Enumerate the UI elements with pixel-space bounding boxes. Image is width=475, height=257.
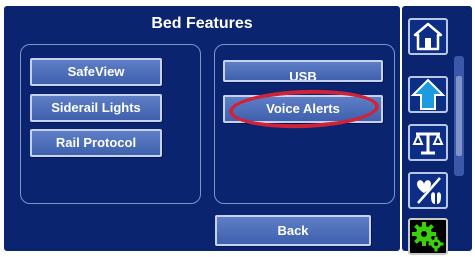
page-title: Bed Features (151, 15, 253, 32)
sidebar-item-scale[interactable] (408, 124, 448, 161)
heart-lungs-icon (417, 177, 441, 204)
rail-protocol-button[interactable]: Rail Protocol (30, 129, 162, 157)
sidebar-item-up[interactable] (408, 76, 448, 113)
up-arrow-icon (410, 78, 446, 110)
sidebar-item-settings[interactable] (408, 218, 448, 255)
bed-features-screen: Bed Features SafeView Siderail Lights Ra… (0, 0, 475, 257)
usb-button[interactable]: USB (223, 60, 383, 82)
sidebar-item-home[interactable] (408, 18, 448, 55)
home-icon (413, 22, 443, 51)
scale-icon (412, 132, 444, 155)
siderail-lights-button[interactable]: Siderail Lights (30, 94, 162, 122)
safeview-button[interactable]: SafeView (30, 58, 162, 86)
sidebar (402, 6, 472, 255)
gears-icon (412, 222, 444, 252)
back-button[interactable]: Back (215, 215, 371, 246)
sidebar-handle[interactable] (452, 56, 466, 176)
sidebar-item-heart-lungs[interactable] (408, 172, 448, 209)
